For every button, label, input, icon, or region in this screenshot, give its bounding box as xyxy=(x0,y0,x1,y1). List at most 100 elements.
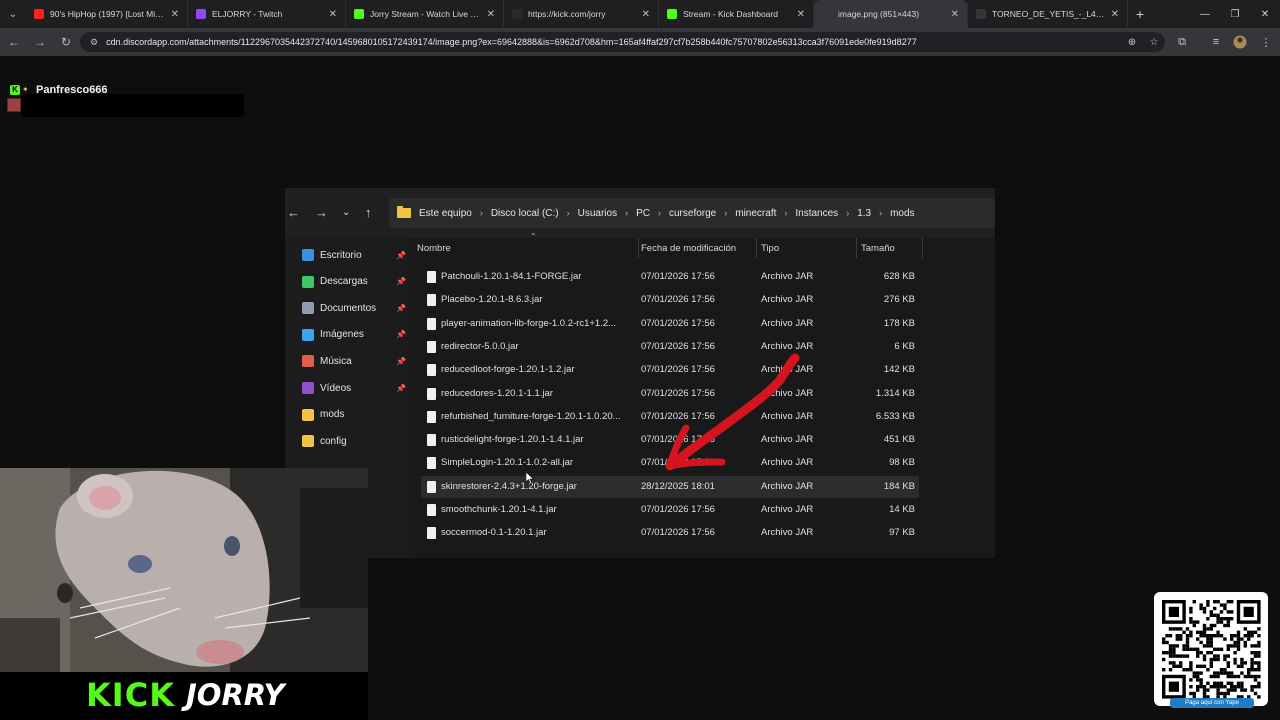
column-header-date[interactable]: Fecha de modificación xyxy=(637,238,757,258)
file-row[interactable]: smoothchunk-1.20.1-4.1.jar 07/01/2026 17:… xyxy=(421,499,919,521)
jar-file-icon xyxy=(427,457,436,470)
column-header-label: Tamaño xyxy=(861,242,895,254)
breadcrumb-chevron-icon[interactable]: › xyxy=(480,208,483,218)
chat-emote-icon xyxy=(7,98,21,112)
site-info-icon[interactable]: ⚙ xyxy=(90,37,98,48)
sidebar-item[interactable]: Vídeos 📌 xyxy=(302,378,406,398)
breadcrumb-item[interactable]: curseforge xyxy=(669,208,716,219)
breadcrumb-item[interactable]: PC xyxy=(636,208,650,219)
browser-tab[interactable]: 90's HipHop (1997) [Lost Mixtap ✕ xyxy=(26,0,188,28)
tab-close-icon[interactable]: ✕ xyxy=(951,9,959,20)
browser-tab[interactable]: ELJORRY - Twitch ✕ xyxy=(188,0,346,28)
folder-icon xyxy=(302,435,314,448)
extensions-icon[interactable]: ⧉ xyxy=(1172,32,1192,52)
breadcrumb-chevron-icon[interactable]: › xyxy=(658,208,661,218)
explorer-recent-chevron-icon[interactable]: ⌄ xyxy=(342,207,350,218)
file-row[interactable]: soccermod-0.1-1.20.1.jar 07/01/2026 17:56… xyxy=(421,522,919,544)
file-date: 07/01/2026 17:56 xyxy=(641,527,715,539)
sidebar-item[interactable]: Música 📌 xyxy=(302,351,406,371)
jar-file-icon xyxy=(427,387,436,400)
jar-file-icon xyxy=(427,317,436,330)
file-type: Archivo JAR xyxy=(761,504,814,515)
sidebar-item[interactable]: Documentos 📌 xyxy=(302,298,406,318)
breadcrumb-item[interactable]: Usuarios xyxy=(578,208,617,219)
browser-tab[interactable]: Jorry Stream - Watch Live on Ki ✕ xyxy=(346,0,504,28)
breadcrumb-item[interactable]: 1.3 xyxy=(857,208,871,219)
folder-icon xyxy=(302,408,314,421)
breadcrumb-chevron-icon[interactable]: › xyxy=(879,208,882,218)
tab-close-icon[interactable]: ✕ xyxy=(487,9,495,20)
browser-tab[interactable]: Stream - Kick Dashboard ✕ xyxy=(659,0,814,28)
tab-title: https://kick.com/jorry xyxy=(528,9,606,19)
explorer-up-icon[interactable]: ↑ xyxy=(365,205,372,220)
sidebar-item[interactable]: config xyxy=(302,431,406,451)
breadcrumb-item[interactable]: Este equipo xyxy=(419,208,472,219)
address-bar[interactable]: ⚙ cdn.discordapp.com/attachments/1122967… xyxy=(80,32,1165,52)
tab-close-icon[interactable]: ✕ xyxy=(1111,9,1119,20)
kick-icon xyxy=(354,9,364,19)
file-size: 97 KB xyxy=(889,527,915,539)
restore-icon[interactable]: ❐ xyxy=(1220,0,1250,28)
more-menu-icon[interactable]: ⋮ xyxy=(1256,32,1276,52)
breadcrumb-chevron-icon[interactable]: › xyxy=(784,208,787,218)
qr-caption: Paga aquí con Yape xyxy=(1170,698,1254,708)
breadcrumb-item[interactable]: Disco local (C:) xyxy=(491,208,559,219)
sidebar-item[interactable]: Descargas 📌 xyxy=(302,272,406,292)
file-size: 628 KB xyxy=(883,271,915,282)
breadcrumb-chevron-icon[interactable]: › xyxy=(724,208,727,218)
tab-close-icon[interactable]: ✕ xyxy=(171,9,179,20)
back-arrow-icon[interactable]: ← xyxy=(2,30,26,54)
column-header-name[interactable]: Nombre ⌃ xyxy=(413,232,639,258)
explorer-forward-icon[interactable]: → xyxy=(315,205,328,220)
browser-tab[interactable]: image.png (851×443) ✕ xyxy=(814,0,968,28)
breadcrumb-item[interactable]: minecraft xyxy=(735,208,776,219)
breadcrumb-chevron-icon[interactable]: › xyxy=(846,208,849,218)
column-header-size[interactable]: Tamaño xyxy=(857,238,923,258)
new-tab-button[interactable]: + xyxy=(1128,6,1152,22)
browser-tab[interactable]: https://kick.com/jorry ✕ xyxy=(504,0,659,28)
forward-arrow-icon[interactable]: → xyxy=(28,30,52,54)
reload-icon[interactable]: ↻ xyxy=(54,30,78,54)
file-row[interactable]: Patchouli-1.20.1-84.1-FORGE.jar 07/01/202… xyxy=(421,266,919,288)
sidebar-item[interactable]: Imágenes 📌 xyxy=(302,325,406,345)
youtube-icon xyxy=(34,9,44,19)
tab-close-icon[interactable]: ✕ xyxy=(797,9,805,20)
column-header-label: Nombre xyxy=(417,242,451,254)
kick-badge-icon: K xyxy=(10,85,20,95)
file-name: soccermod-0.1-1.20.1.jar xyxy=(441,527,547,539)
video-icon xyxy=(302,382,314,394)
browser-tab[interactable]: TORNEO_DE_YETIS_-_L4D2_-_2 ✕ xyxy=(968,0,1128,28)
breadcrumb-chevron-icon[interactable]: › xyxy=(625,208,628,218)
breadcrumb[interactable]: Este equipo › Disco local (C:) › Usuarios › PC… xyxy=(389,198,995,228)
red-arrow-annotation xyxy=(665,353,800,471)
reading-list-icon[interactable]: ≡ xyxy=(1206,32,1226,52)
minimize-icon[interactable]: — xyxy=(1190,0,1220,28)
column-header-label: Tipo xyxy=(761,242,780,254)
column-header-type[interactable]: Tipo xyxy=(757,238,857,258)
sidebar-item[interactable]: Escritorio 📌 xyxy=(302,245,406,265)
tab-title: ELJORRY - Twitch xyxy=(212,9,283,19)
bookmark-star-icon[interactable]: ☆ xyxy=(1143,37,1165,48)
file-size: 1.314 KB xyxy=(875,387,915,399)
file-type: Archivo JAR xyxy=(761,294,814,306)
file-row[interactable]: player-animation-lib-forge-1.0.2-rc1+1.2… xyxy=(421,313,919,335)
file-size: 14 KB xyxy=(889,504,915,515)
file-row[interactable]: Placebo-1.20.1-8.6.3.jar 07/01/2026 17:56… xyxy=(421,289,919,311)
file-date: 07/01/2026 17:56 xyxy=(641,294,715,306)
breadcrumb-chevron-icon[interactable]: › xyxy=(567,208,570,218)
image-icon xyxy=(302,328,314,341)
jar-file-icon xyxy=(427,434,436,447)
breadcrumb-item[interactable]: Instances xyxy=(795,208,838,219)
profile-avatar[interactable] xyxy=(1230,32,1250,52)
pin-icon: 📌 xyxy=(396,356,406,366)
close-window-icon[interactable]: ✕ xyxy=(1250,0,1280,28)
sidebar-item[interactable]: mods xyxy=(302,405,406,425)
jar-file-icon xyxy=(427,410,436,423)
tab-search-chevron-icon[interactable]: ⌄ xyxy=(0,0,26,28)
zoom-icon[interactable]: ⊕ xyxy=(1121,37,1143,48)
explorer-back-icon[interactable]: ← xyxy=(287,205,300,220)
tab-close-icon[interactable]: ✕ xyxy=(329,9,337,20)
breadcrumb-item[interactable]: mods xyxy=(890,208,914,219)
jar-file-icon xyxy=(427,504,436,516)
tab-close-icon[interactable]: ✕ xyxy=(642,9,650,20)
